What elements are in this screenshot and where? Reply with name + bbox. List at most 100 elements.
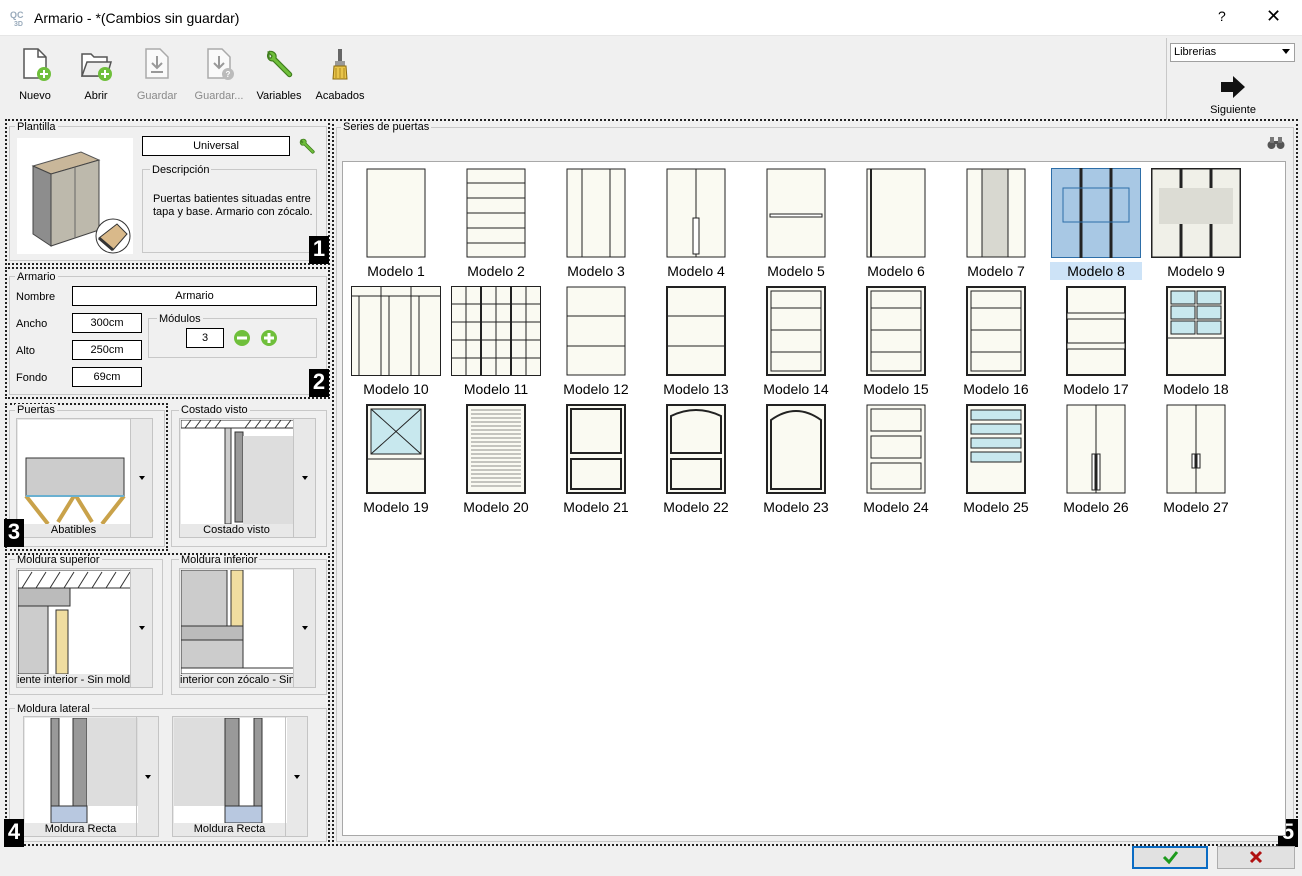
door-model-label: Modelo 2: [467, 263, 525, 279]
doors-group-label: Puertas: [15, 404, 57, 416]
open-button[interactable]: Abrir: [68, 46, 124, 102]
side-molding-left-select[interactable]: Moldura Recta: [23, 716, 159, 837]
save-as-icon: ?: [207, 48, 234, 80]
door-model-thumbnail: [850, 286, 942, 376]
cancel-button[interactable]: [1217, 846, 1295, 869]
door-model-thumbnail: [950, 168, 1042, 258]
chevron-down-icon: [1282, 49, 1290, 54]
door-model-item[interactable]: Modelo 2: [450, 168, 542, 280]
door-model-item[interactable]: Modelo 3: [550, 168, 642, 280]
help-button[interactable]: ?: [1218, 8, 1226, 24]
visible-side-preview: [181, 420, 294, 524]
door-model-label: Modelo 7: [967, 263, 1025, 279]
door-model-thumbnail: [550, 286, 642, 376]
door-model-item[interactable]: Modelo 6: [850, 168, 942, 280]
close-button[interactable]: ✕: [1266, 6, 1281, 27]
visible-side-select[interactable]: Costado visto: [179, 418, 316, 538]
door-model-item[interactable]: Modelo 24: [850, 404, 942, 516]
series-grid: Modelo 1 Modelo 2 Modelo 3 Modelo 4 Modelo 5…: [342, 161, 1286, 836]
door-model-thumbnail: [550, 168, 642, 258]
modules-plus-icon[interactable]: [261, 330, 277, 346]
door-model-item[interactable]: Modelo 13: [650, 286, 742, 398]
next-label: Siguiente: [1210, 104, 1256, 116]
door-model-thumbnail: [750, 404, 842, 494]
door-model-label: Modelo 24: [863, 499, 929, 515]
library-select-value: Librerias: [1174, 46, 1217, 58]
save-button[interactable]: Guardar: [129, 46, 185, 102]
door-model-item[interactable]: Modelo 22: [650, 404, 742, 516]
library-select[interactable]: Librerias: [1170, 43, 1295, 62]
door-model-thumbnail: [350, 168, 442, 258]
side-molding-label: Moldura lateral: [15, 703, 92, 715]
door-model-item[interactable]: Modelo 11: [450, 286, 542, 398]
door-model-item[interactable]: Modelo 10: [350, 286, 442, 398]
door-model-item[interactable]: Modelo 18: [1150, 286, 1242, 398]
door-model-item[interactable]: Modelo 8: [1050, 168, 1142, 280]
binoculars-icon[interactable]: [1267, 136, 1285, 150]
template-name-field[interactable]: Universal: [142, 136, 290, 156]
door-model-thumbnail: [350, 404, 442, 494]
width-field[interactable]: 300cm: [72, 313, 142, 333]
door-model-item[interactable]: Modelo 19: [350, 404, 442, 516]
door-model-item[interactable]: Modelo 14: [750, 286, 842, 398]
side-molding-right-select[interactable]: Moldura Recta: [172, 716, 308, 837]
door-model-item[interactable]: Modelo 12: [550, 286, 642, 398]
door-model-thumbnail: [1050, 286, 1142, 376]
new-label: Nuevo: [19, 90, 51, 102]
height-field[interactable]: 250cm: [72, 340, 142, 360]
door-model-item[interactable]: Modelo 7: [950, 168, 1042, 280]
door-model-item[interactable]: Modelo 27: [1150, 404, 1242, 516]
side-molding-left-value: Moldura Recta: [44, 823, 117, 835]
template-description: Puertas batientes situadas entre tapa y …: [153, 193, 313, 218]
section-badge-1: 1: [309, 236, 329, 264]
app-logo-icon: QC 3D: [10, 9, 28, 28]
door-model-item[interactable]: Modelo 21: [550, 404, 642, 516]
door-model-thumbnail: [950, 286, 1042, 376]
door-model-item[interactable]: Modelo 15: [850, 286, 942, 398]
variables-label: Variables: [256, 90, 302, 102]
door-model-thumbnail: [850, 168, 942, 258]
door-model-label: Modelo 27: [1163, 499, 1229, 515]
door-model-item[interactable]: Modelo 4: [650, 168, 742, 280]
chevron-down-icon: [293, 419, 315, 537]
modules-minus-icon[interactable]: [234, 330, 250, 346]
door-model-item[interactable]: Modelo 26: [1050, 404, 1142, 516]
next-button[interactable]: Siguiente: [1195, 74, 1271, 116]
door-model-label: Modelo 15: [863, 381, 929, 397]
finishes-label: Acabados: [315, 90, 365, 102]
door-model-label: Modelo 10: [363, 381, 429, 397]
side-molding-left-preview: [25, 718, 138, 823]
door-model-item[interactable]: Modelo 1: [350, 168, 442, 280]
door-model-label: Modelo 17: [1063, 381, 1129, 397]
modules-field[interactable]: 3: [186, 328, 224, 348]
door-model-label: Modelo 14: [763, 381, 829, 397]
door-model-thumbnail: [450, 168, 542, 258]
modules-label: Módulos: [157, 313, 203, 325]
save-as-button[interactable]: ? Guardar...: [188, 46, 250, 102]
side-molding-right-preview: [174, 718, 287, 823]
name-field[interactable]: Armario: [72, 286, 317, 306]
door-model-item[interactable]: Modelo 23: [750, 404, 842, 516]
variables-button[interactable]: Variables: [251, 46, 307, 102]
svg-text:QC: QC: [10, 10, 24, 20]
door-model-item[interactable]: Modelo 5: [750, 168, 842, 280]
template-settings-wrench-icon[interactable]: [298, 137, 316, 155]
new-button[interactable]: Nuevo: [7, 46, 63, 102]
series-group-label: Series de puertas: [341, 121, 432, 133]
ok-button[interactable]: [1132, 846, 1208, 869]
doors-type-select[interactable]: Abatibles: [16, 418, 153, 538]
svg-text:3D: 3D: [14, 21, 23, 27]
door-model-item[interactable]: Modelo 20: [450, 404, 542, 516]
door-model-item[interactable]: Modelo 9: [1150, 168, 1242, 280]
door-model-thumbnail: [650, 168, 742, 258]
door-model-item[interactable]: Modelo 16: [950, 286, 1042, 398]
check-icon: [1162, 851, 1179, 865]
finishes-button[interactable]: Acabados: [312, 46, 368, 102]
depth-label: Fondo: [16, 372, 48, 384]
depth-field[interactable]: 69cm: [72, 367, 142, 387]
door-model-label: Modelo 26: [1063, 499, 1129, 515]
door-model-item[interactable]: Modelo 17: [1050, 286, 1142, 398]
description-label: Descripción: [150, 164, 212, 176]
door-model-item[interactable]: Modelo 25: [950, 404, 1042, 516]
brush-icon: [332, 49, 348, 80]
